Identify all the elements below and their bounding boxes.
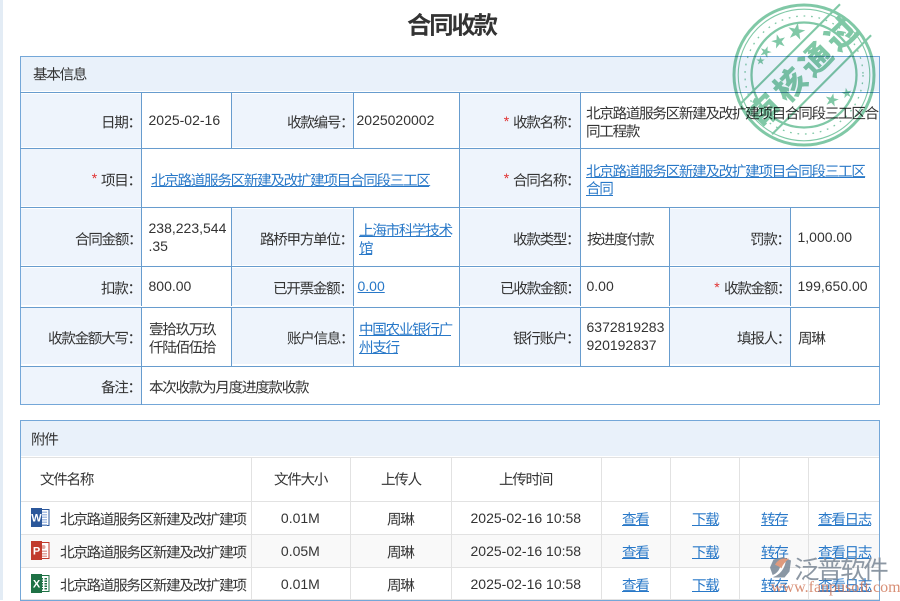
svg-text:W: W	[31, 513, 42, 525]
svg-text:X: X	[33, 579, 41, 591]
svg-text:P: P	[33, 546, 40, 558]
